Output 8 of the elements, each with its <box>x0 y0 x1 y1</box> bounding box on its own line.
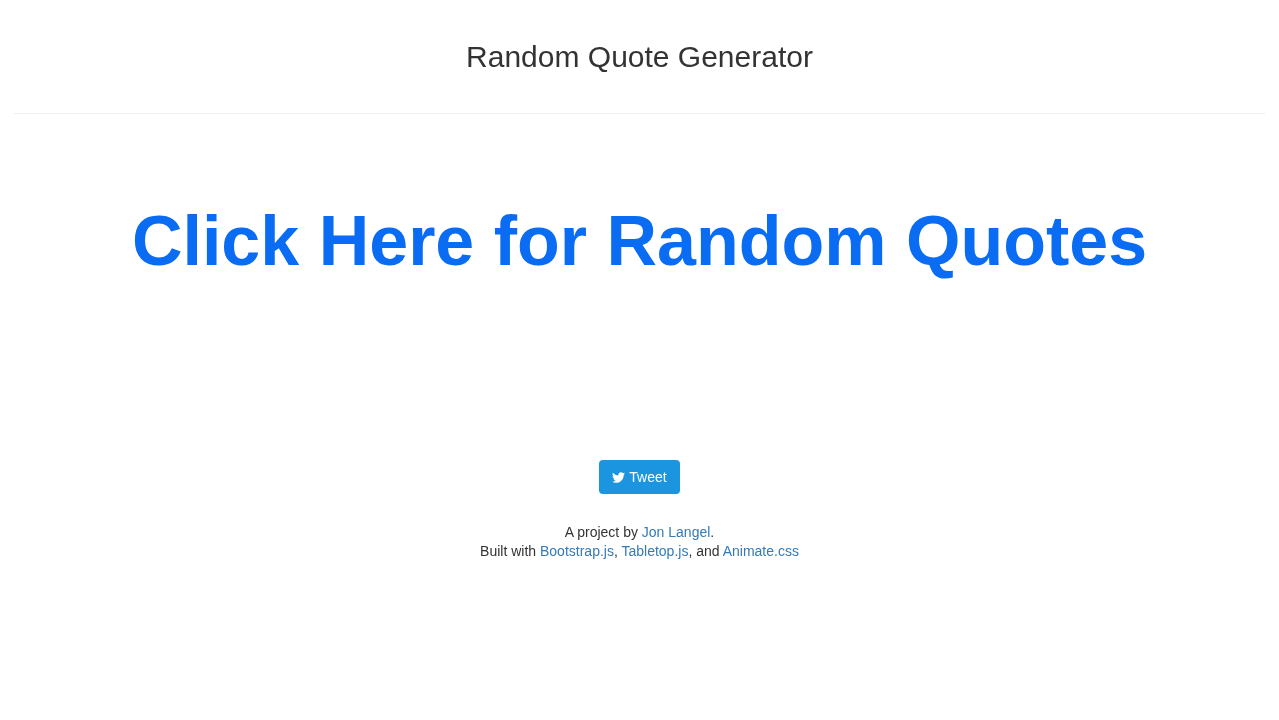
bird-icon <box>612 470 626 484</box>
credit-link[interactable]: Animate.css <box>722 543 799 559</box>
credits-text: A project by Jon Langel. <box>564 523 715 542</box>
credits-text: Built with Bootstrap.js, Tabletop.js, and Animate.css <box>480 542 799 561</box>
credit-link[interactable]: Bootstrap.js <box>540 543 614 559</box>
random-quote-link[interactable]: Click Here for Random Quotes <box>131 203 1148 280</box>
tweet-button[interactable]: Tweet <box>599 460 680 494</box>
page-title: Random Quote Generator <box>466 40 813 73</box>
